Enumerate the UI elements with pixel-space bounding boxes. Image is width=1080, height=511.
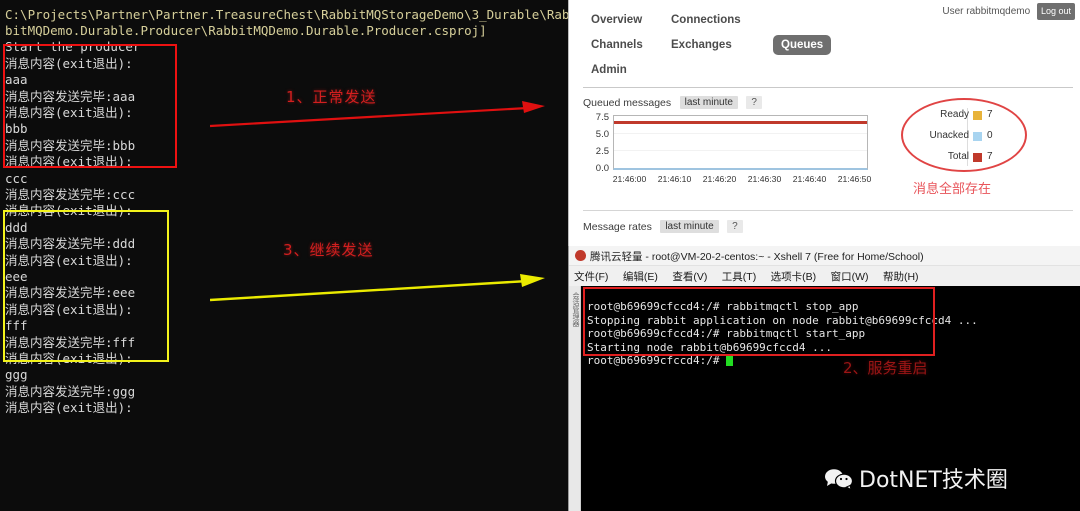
x-tick-4: 21:46:40 [792,174,827,184]
annotation-label-1: 1、正常发送 [286,88,377,106]
watermark: DotNET技术圈 [824,462,1008,494]
terminal-cursor [726,355,734,366]
y-tick-2: 2.5 [595,146,609,157]
legend-swatch-ready [973,111,982,120]
queued-messages-chart: 7.5 5.0 2.5 0.0 21:46:00 21:46:10 21:46:20… [583,112,883,184]
session-manager-label: 会话管理器 [572,292,579,327]
nav-item-exchanges[interactable]: Exchanges [663,35,740,55]
legend-label-total: Total [947,151,969,162]
message-rates-help-icon[interactable]: ? [727,220,743,234]
nav-item-channels[interactable]: Channels [583,35,651,55]
x-tick-5: 21:46:50 [837,174,872,184]
chart-series-total [614,121,867,124]
chart-x-axis: 21:46:00 21:46:10 21:46:20 21:46:30 21:46:40… [607,174,879,184]
queued-messages-period[interactable]: last minute [679,96,738,110]
rates-divider [583,210,1073,211]
legend-label-unacked: Unacked [929,130,969,141]
producer-console-output: C:\Projects\Partner\Partner.TreasureChes… [5,6,568,416]
watermark-text: DotNET技术圈 [859,468,1008,493]
message-rates-period[interactable]: last minute [660,220,719,234]
chart-plot-area [613,115,868,170]
menu-item-file[interactable]: 文件(F) [569,266,613,287]
y-tick-3: 0.0 [595,163,609,174]
x-tick-1: 21:46:10 [657,174,692,184]
producer-console-pane[interactable]: C:\Projects\Partner\Partner.TreasureChes… [0,0,568,511]
legend-label-ready: Ready [940,109,969,120]
rabbitmq-management-pane[interactable]: Cluster rabbit@b69699cfccd4 User rabbitm… [568,0,1080,246]
queued-messages-title: Queued messages [583,96,672,109]
menu-item-tabs[interactable]: 选项卡(B) [766,266,822,287]
wechat-icon [825,469,854,490]
legend-value-unacked: 0 [987,130,993,141]
nav-item-admin[interactable]: Admin [583,60,635,80]
menu-item-help[interactable]: 帮助(H) [878,266,924,287]
legend-row-unacked: Unacked 0 [913,127,1017,148]
help-icon[interactable]: ? [746,96,762,110]
chart-legend: Ready 7 Unacked 0 Total 7 [913,106,1017,169]
legend-value-total: 7 [987,151,993,162]
nav-item-connections[interactable]: Connections [663,10,749,30]
legend-value-ready: 7 [987,109,993,120]
nav-item-overview[interactable]: Overview [583,10,650,30]
nav-item-queues[interactable]: Queues [773,35,832,55]
message-rates-section: Message rates last minute ? [583,218,743,236]
xshell-app-icon [575,250,586,261]
menu-item-view[interactable]: 查看(V) [667,266,712,287]
x-tick-0: 21:46:00 [612,174,647,184]
legend-row-ready: Ready 7 [913,106,1017,127]
legend-swatch-total [973,153,982,162]
x-tick-3: 21:46:30 [747,174,782,184]
message-rates-title: Message rates [583,220,652,233]
legend-row-total: Total 7 [913,148,1017,169]
x-tick-2: 21:46:20 [702,174,737,184]
legend-swatch-unacked [973,132,982,141]
gridline-5 [614,133,867,134]
menu-item-tools[interactable]: 工具(T) [717,266,761,287]
xshell-title-bar[interactable]: 腾讯云轻量 - root@VM-20-2-centos:~ - Xshell 7… [569,246,1080,266]
menu-item-window[interactable]: 窗口(W) [826,266,874,287]
xshell-menu-bar[interactable]: 文件(F) 编辑(E) 查看(V) 工具(T) 选项卡(B) 窗口(W) 帮助(… [569,266,1080,286]
session-manager-sidebar[interactable]: 会话管理器 [569,286,581,511]
annotation-label-legend: 消息全部存在 [913,182,992,197]
menu-item-edit[interactable]: 编辑(E) [618,266,663,287]
nav-divider [583,87,1073,88]
y-tick-0: 7.5 [595,112,609,123]
annotation-label-2: 2、服务重启 [843,359,928,377]
annotation-label-3: 3、继续发送 [283,241,374,259]
xshell-title-text: 腾讯云轻量 - root@VM-20-2-centos:~ - Xshell 7… [590,251,924,263]
chart-y-axis: 7.5 5.0 2.5 0.0 [583,112,609,174]
gridline-2_5 [614,150,867,151]
main-navigation[interactable]: Overview Connections Channels Exchanges … [583,10,1063,85]
queued-messages-section: Queued messages last minute ? 7.5 5.0 2.… [583,94,1063,197]
y-tick-1: 5.0 [595,129,609,140]
